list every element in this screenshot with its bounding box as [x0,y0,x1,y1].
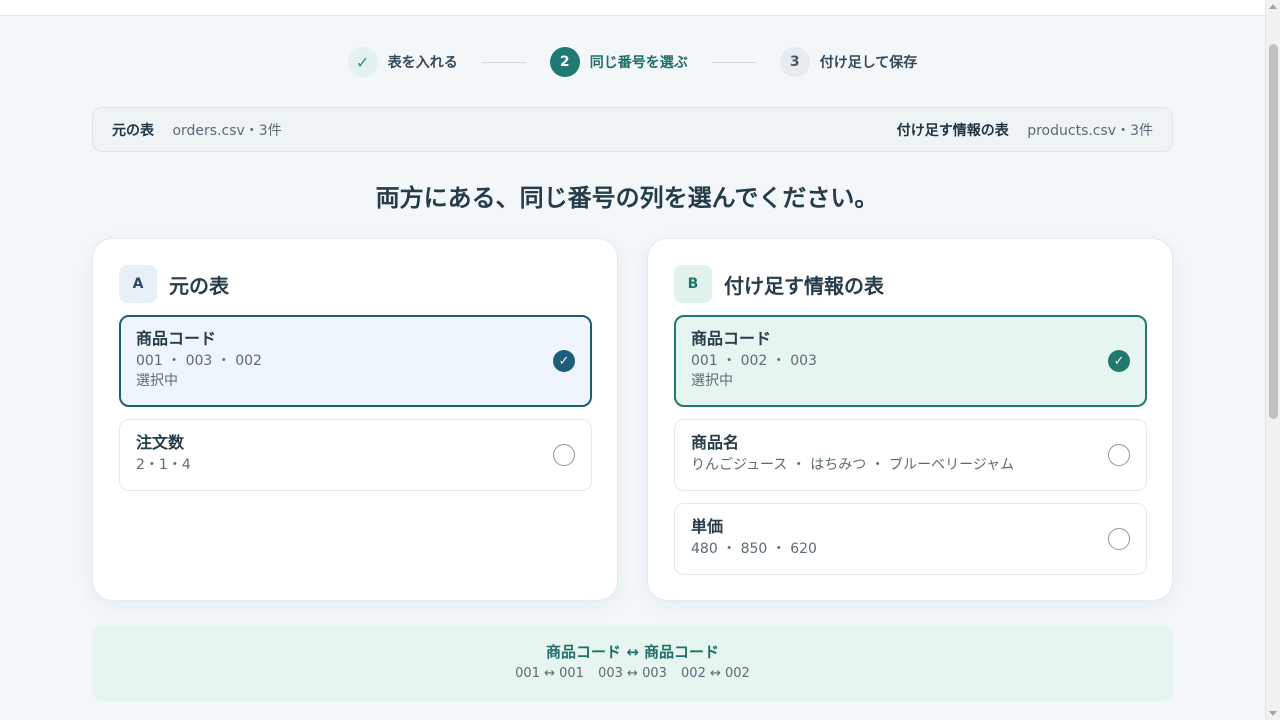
match-pair: 003 ↔ 003 [598,666,667,681]
source-table-panel: A 元の表 商品コード 001 ・ 003 ・ 002 選択中 ✓ 注文数 2・… [92,238,618,601]
column-sample-values: 001 ・ 002 ・ 003 [691,353,817,369]
step-3-label: 付け足して保存 [819,55,918,71]
column-sample-values: 001 ・ 003 ・ 002 [136,353,262,369]
match-preview-title: 商品コード ↔ 商品コード [545,643,719,661]
panel-badge: B [674,265,712,303]
radio-empty-icon[interactable] [553,444,575,466]
selected-status: 選択中 [691,373,733,389]
step-2-number: 2 [549,47,580,77]
app-header [0,0,1265,16]
step-2: 2 同じ番号を選ぶ [549,47,688,77]
column-name: 注文数 [136,433,185,452]
panel-badge: A [119,265,157,303]
panel-header: A 元の表 [119,265,591,303]
selected-status: 選択中 [136,373,178,389]
step-1-label: 表を入れる [387,55,458,71]
source-file-info: 元の表 orders.csv・3件 [112,120,282,140]
column-name: 商品コード [136,329,217,348]
panel-header: B 付け足す情報の表 [674,265,1146,303]
match-preview-pairs: 001 ↔ 001 003 ↔ 003 002 ↔ 002 [92,666,1173,681]
step-3: 3 付け足して保存 [779,47,918,77]
page-title: 両方にある、同じ番号の列を選んでください。 [375,184,879,212]
match-preview: 商品コード ↔ 商品コード 001 ↔ 001 003 ↔ 003 002 ↔ … [92,625,1173,701]
column-option-product-code[interactable]: 商品コード 001 ・ 003 ・ 002 選択中 ✓ [119,315,592,407]
panel-title: 元の表 [169,273,229,298]
step-3-number: 3 [779,47,810,77]
column-name: 商品名 [691,433,740,452]
source-file-label: 元の表 [112,122,154,139]
lookup-file-value: products.csv・3件 [1027,122,1153,139]
step-connector [711,61,756,63]
radio-empty-icon[interactable] [1108,444,1130,466]
column-option-unit-price[interactable]: 単価 480 ・ 850 ・ 620 [674,503,1147,575]
check-circle-icon: ✓ [553,350,575,372]
column-option-order-qty[interactable]: 注文数 2・1・4 [119,419,592,491]
column-sample-values: 2・1・4 [136,457,191,473]
progress-stepper: ✓ 表を入れる 2 同じ番号を選ぶ 3 付け足して保存 [0,46,1265,78]
radio-empty-icon[interactable] [1108,528,1130,550]
column-sample-values: 480 ・ 850 ・ 620 [691,541,817,557]
lookup-file-info: 付け足す情報の表 products.csv・3件 [897,120,1153,140]
check-circle-icon: ✓ [1108,350,1130,372]
step-2-label: 同じ番号を選ぶ [589,55,688,71]
lookup-table-panel: B 付け足す情報の表 商品コード 001 ・ 002 ・ 003 選択中 ✓ 商… [647,238,1173,601]
lookup-file-label: 付け足す情報の表 [896,122,1009,139]
files-info-bar: 元の表 orders.csv・3件 付け足す情報の表 products.csv・… [92,107,1173,152]
check-icon: ✓ [347,47,378,77]
panel-title: 付け足す情報の表 [724,273,884,298]
column-name: 商品コード [691,329,772,348]
step-connector [481,61,526,63]
app-logo-fragment [300,0,356,2]
column-sample-values: りんごジュース ・ はちみつ ・ ブルーベリージャム [691,457,1015,473]
scroll-down-icon[interactable] [1269,711,1277,716]
column-option-product-code[interactable]: 商品コード 001 ・ 002 ・ 003 選択中 ✓ [674,315,1147,407]
page-scrollbar[interactable] [1265,0,1280,720]
source-file-value: orders.csv・3件 [172,122,282,139]
scrollbar-thumb[interactable] [1269,44,1278,419]
step-1[interactable]: ✓ 表を入れる [347,47,458,77]
match-pair: 001 ↔ 001 [515,666,584,681]
scroll-up-icon[interactable] [1269,4,1277,9]
match-pair: 002 ↔ 002 [681,666,750,681]
column-option-product-name[interactable]: 商品名 りんごジュース ・ はちみつ ・ ブルーベリージャム [674,419,1147,491]
column-name: 単価 [691,517,724,536]
